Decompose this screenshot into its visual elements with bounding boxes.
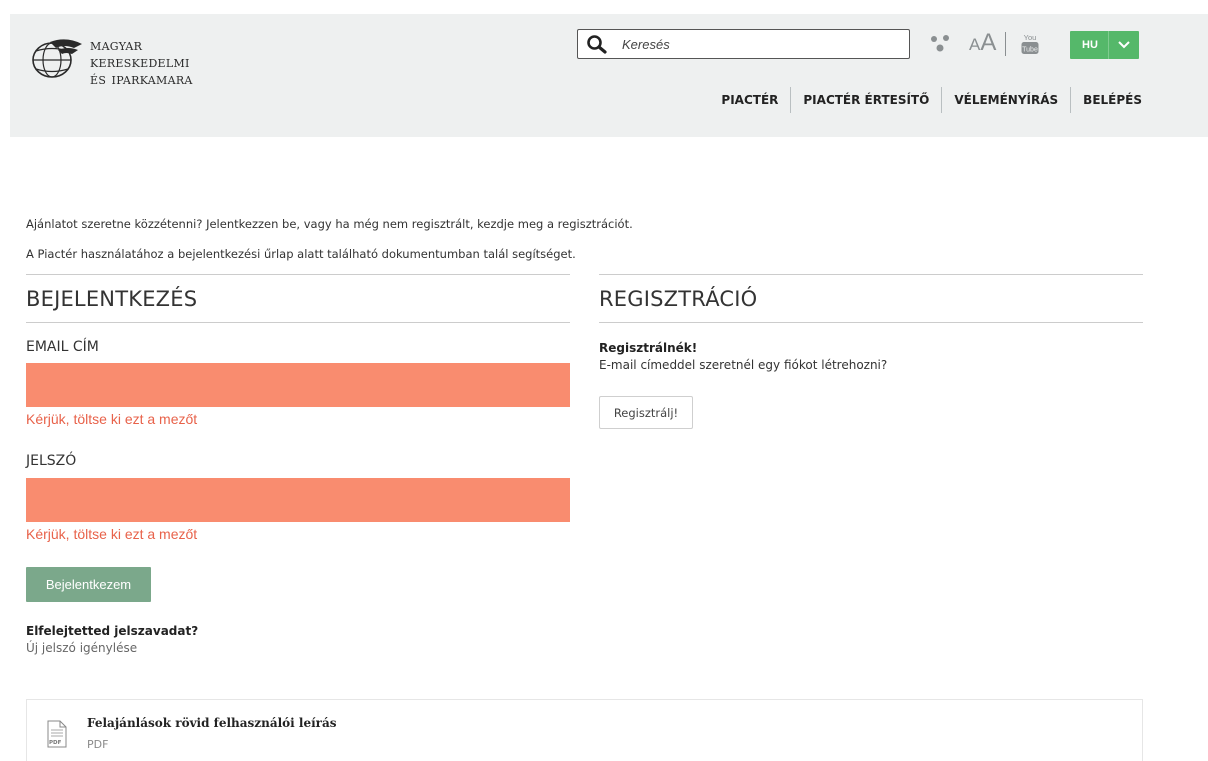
logo-line: Kereskedelmi xyxy=(90,52,190,71)
youtube-top-text: You xyxy=(1024,33,1037,42)
logo-line: és Iparkamara xyxy=(90,69,193,88)
globe-logo-icon xyxy=(32,39,82,78)
youtube-icon[interactable]: You Tube xyxy=(1021,31,1039,55)
intro-text-login: Ajánlatot szeretne közzétenni? Jelentkez… xyxy=(26,217,633,231)
email-label: EMAIL CÍM xyxy=(26,339,99,355)
document-type: PDF xyxy=(87,738,109,751)
font-size-toggle[interactable]: AA xyxy=(969,29,996,57)
login-title-divider xyxy=(26,322,570,323)
password-field[interactable] xyxy=(26,478,570,522)
nav-item-belepes[interactable]: BELÉPÉS xyxy=(1070,87,1142,113)
language-code: HU xyxy=(1070,31,1109,59)
password-error-message: Kérjük, töltse ki ezt a mezőt xyxy=(26,526,198,542)
search-input[interactable] xyxy=(622,31,902,57)
logo-wordmark: Magyar Kereskedelmi és Iparkamara xyxy=(90,36,193,87)
register-title: REGISZTRÁCIÓ xyxy=(599,287,758,311)
search-icon[interactable] xyxy=(582,30,612,58)
main-navigation: PIACTÉR PIACTÉR ÉRTESÍTŐ VÉLEMÉNYÍRÁS BE… xyxy=(709,87,1142,113)
login-title: BEJELENTKEZÉS xyxy=(26,287,198,311)
register-description: E-mail címeddel szeretnél egy fiókot lét… xyxy=(599,358,888,372)
forgot-password-heading: Elfelejtetted jelszavadat? xyxy=(26,624,199,638)
forgot-password-link[interactable]: Új jelszó igénylése xyxy=(26,641,137,655)
chamber-logo[interactable]: Magyar Kereskedelmi és Iparkamara xyxy=(28,36,193,87)
font-size-small-label: A xyxy=(969,35,981,54)
intro-text-help: A Piactér használatához a bejelentkezési… xyxy=(26,247,576,261)
pdf-file-icon: PDF xyxy=(47,720,67,748)
logo-line: Magyar xyxy=(90,35,143,54)
email-error-message: Kérjük, töltse ki ezt a mezőt xyxy=(26,411,198,427)
chevron-down-icon xyxy=(1109,41,1139,49)
pdf-icon-label: PDF xyxy=(49,740,62,746)
register-title-divider xyxy=(599,322,1143,323)
nav-item-piacter-ertesito[interactable]: PIACTÉR ÉRTESÍTŐ xyxy=(790,87,941,113)
site-header: Magyar Kereskedelmi és Iparkamara AA You… xyxy=(10,14,1208,137)
nav-item-velemenyiras[interactable]: VÉLEMÉNYÍRÁS xyxy=(941,87,1070,113)
register-heading: Regisztrálnék! xyxy=(599,341,698,355)
email-field[interactable] xyxy=(26,363,570,407)
nav-item-piacter[interactable]: PIACTÉR xyxy=(709,87,790,113)
login-button[interactable]: Bejelentkezem xyxy=(26,567,151,602)
language-selector[interactable]: HU xyxy=(1070,31,1139,59)
youtube-bottom-text: Tube xyxy=(1022,47,1038,54)
search-box xyxy=(577,29,910,59)
register-button[interactable]: Regisztrálj! xyxy=(599,396,693,429)
document-title[interactable]: Felajánlások rövid felhasználói leírás xyxy=(87,716,337,730)
header-divider xyxy=(1005,32,1006,56)
login-top-divider xyxy=(26,274,570,275)
password-label: JELSZÓ xyxy=(26,453,77,469)
font-size-big-label: A xyxy=(980,29,997,56)
help-document-item[interactable]: PDF Felajánlások rövid felhasználói leír… xyxy=(26,699,1143,761)
accessibility-icon[interactable] xyxy=(930,34,954,54)
register-top-divider xyxy=(599,274,1143,275)
